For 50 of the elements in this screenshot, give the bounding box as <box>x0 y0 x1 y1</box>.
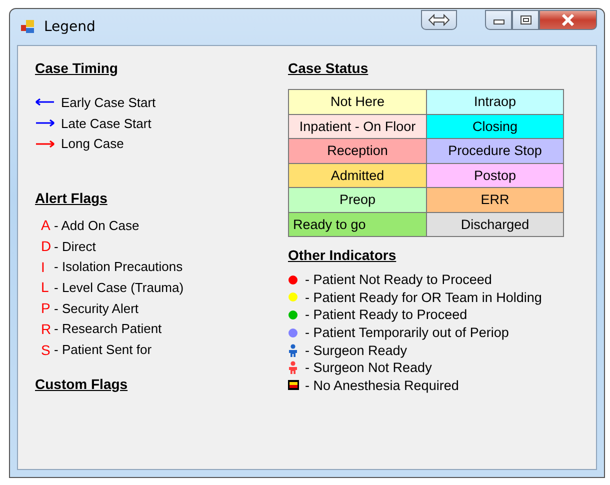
flag-letter: D <box>41 238 51 254</box>
status-cell: ERR <box>427 188 563 212</box>
legend-label: - Patient Sent for <box>54 342 152 358</box>
section-heading: Other Indicators <box>288 247 398 265</box>
legend-label: Late Case Start <box>61 116 152 131</box>
section-heading: Custom Flags <box>35 376 129 394</box>
section-heading: Alert Flags <box>35 190 108 208</box>
legend-label: - Surgeon Ready <box>305 342 408 358</box>
legend-label: - Patient Ready for OR Team in Holding <box>305 290 542 305</box>
legend-label: Early Case Start <box>61 94 156 110</box>
close-button[interactable] <box>539 10 597 30</box>
legend-label: - Direct <box>54 238 96 254</box>
status-cell: Ready to go <box>289 212 426 236</box>
flag-letter: P <box>41 300 51 316</box>
legend-label: - Patient Ready to Proceed <box>305 307 468 322</box>
legend-label: Long Case <box>61 136 124 152</box>
status-cell: Inpatient - On Floor <box>289 114 426 138</box>
status-cell: Discharged <box>427 212 563 236</box>
status-cell: Admitted <box>289 164 426 187</box>
legend-label: - Add On Case <box>54 218 140 233</box>
maximize-button[interactable] <box>512 10 539 30</box>
close-icon <box>561 14 575 26</box>
status-cell: Intraop <box>427 90 563 114</box>
status-cell: Reception <box>289 139 426 162</box>
legend-label: - Research Patient <box>54 321 162 336</box>
section-heading: Case Timing <box>35 60 119 78</box>
legend-label: - Surgeon Not Ready <box>305 360 432 376</box>
status-cell: Not Here <box>289 90 426 114</box>
status-cell: Preop <box>289 188 426 212</box>
legend-label: - Patient Temporarily out of Periop <box>305 325 509 340</box>
double-arrow-icon <box>428 14 450 26</box>
resize-button[interactable] <box>421 10 457 30</box>
legend-label: - Security Alert <box>54 300 139 316</box>
minimize-button[interactable] <box>485 10 512 30</box>
window-title: Legend <box>44 19 96 35</box>
flag-letter: L <box>41 279 50 296</box>
app-icon <box>20 19 36 35</box>
legend-label: - No Anesthesia Required <box>305 378 459 393</box>
flag-letter: S <box>41 342 51 358</box>
status-cell: Postop <box>427 164 563 187</box>
legend-label: - Isolation Precautions <box>54 259 183 274</box>
flag-letter: A <box>41 217 51 234</box>
legend-label: - Level Case (Trauma) <box>54 280 184 295</box>
legend-label: - Patient Not Ready to Proceed <box>305 272 492 288</box>
flag-letter: I <box>41 258 46 275</box>
status-cell: Closing <box>427 114 563 138</box>
flag-letter: R <box>41 320 51 337</box>
section-heading: Case Status <box>288 60 370 78</box>
maximize-icon <box>520 15 532 25</box>
status-cell: Procedure Stop <box>427 139 563 162</box>
